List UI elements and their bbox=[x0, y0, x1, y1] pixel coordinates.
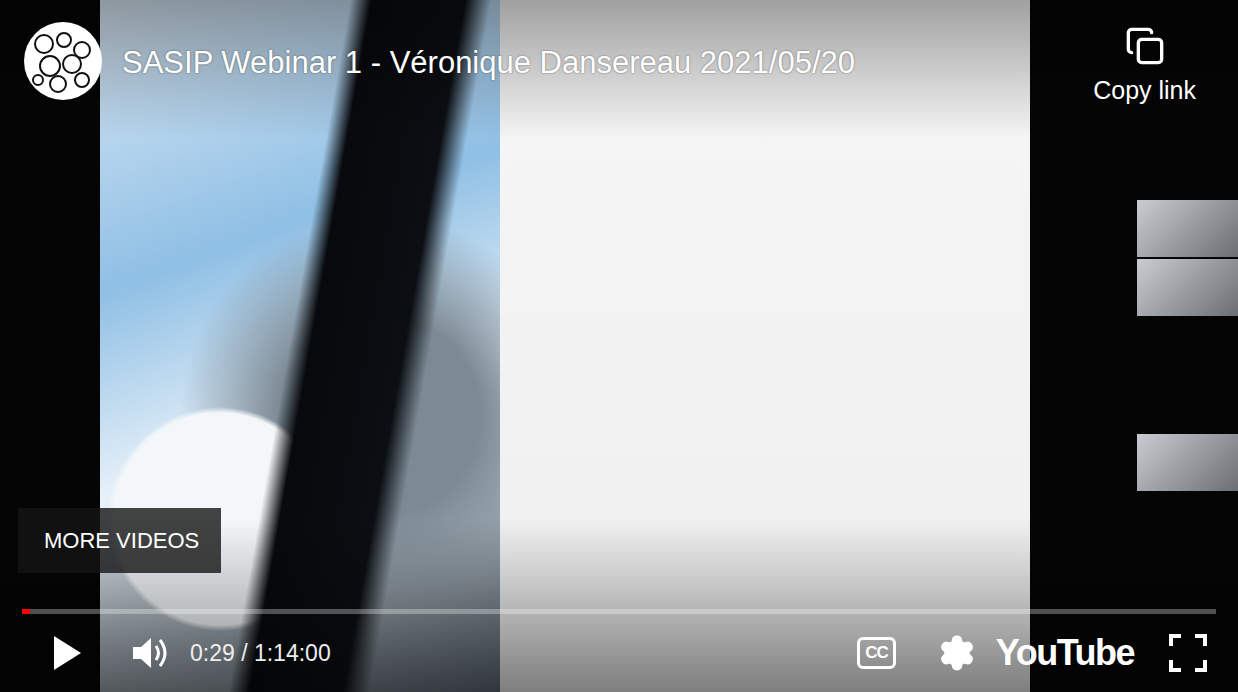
video-player[interactable]: SASIP Webinar 1 - Véronique Dansereau 20… bbox=[0, 0, 1238, 692]
fullscreen-button[interactable] bbox=[1168, 633, 1208, 673]
captions-icon: CC bbox=[857, 637, 896, 669]
gear-icon bbox=[938, 634, 976, 672]
copy-link-button[interactable]: Copy link bbox=[1089, 22, 1200, 105]
channel-avatar-icon[interactable] bbox=[24, 22, 102, 100]
copy-icon bbox=[1125, 26, 1165, 66]
play-icon bbox=[50, 633, 84, 673]
video-title[interactable]: SASIP Webinar 1 - Véronique Dansereau 20… bbox=[122, 45, 1089, 81]
captions-button[interactable]: CC bbox=[857, 637, 938, 669]
bottom-controls: MORE VIDEOS 0:29 / 1:14:00 CC YouTube bbox=[0, 508, 1238, 692]
progress-fill bbox=[22, 609, 30, 614]
youtube-logo[interactable]: YouTube bbox=[996, 632, 1134, 674]
progress-bar[interactable] bbox=[22, 609, 1216, 614]
settings-button[interactable] bbox=[938, 634, 976, 672]
volume-button[interactable] bbox=[130, 633, 172, 673]
fullscreen-icon bbox=[1168, 633, 1208, 673]
more-videos-button[interactable]: MORE VIDEOS bbox=[18, 508, 221, 573]
top-bar: SASIP Webinar 1 - Véronique Dansereau 20… bbox=[0, 0, 1238, 105]
control-bar: 0:29 / 1:14:00 CC YouTube bbox=[0, 614, 1238, 692]
play-button[interactable] bbox=[50, 633, 84, 673]
volume-icon bbox=[130, 633, 172, 673]
player-overlay: SASIP Webinar 1 - Véronique Dansereau 20… bbox=[0, 0, 1238, 692]
time-display: 0:29 / 1:14:00 bbox=[190, 640, 331, 667]
